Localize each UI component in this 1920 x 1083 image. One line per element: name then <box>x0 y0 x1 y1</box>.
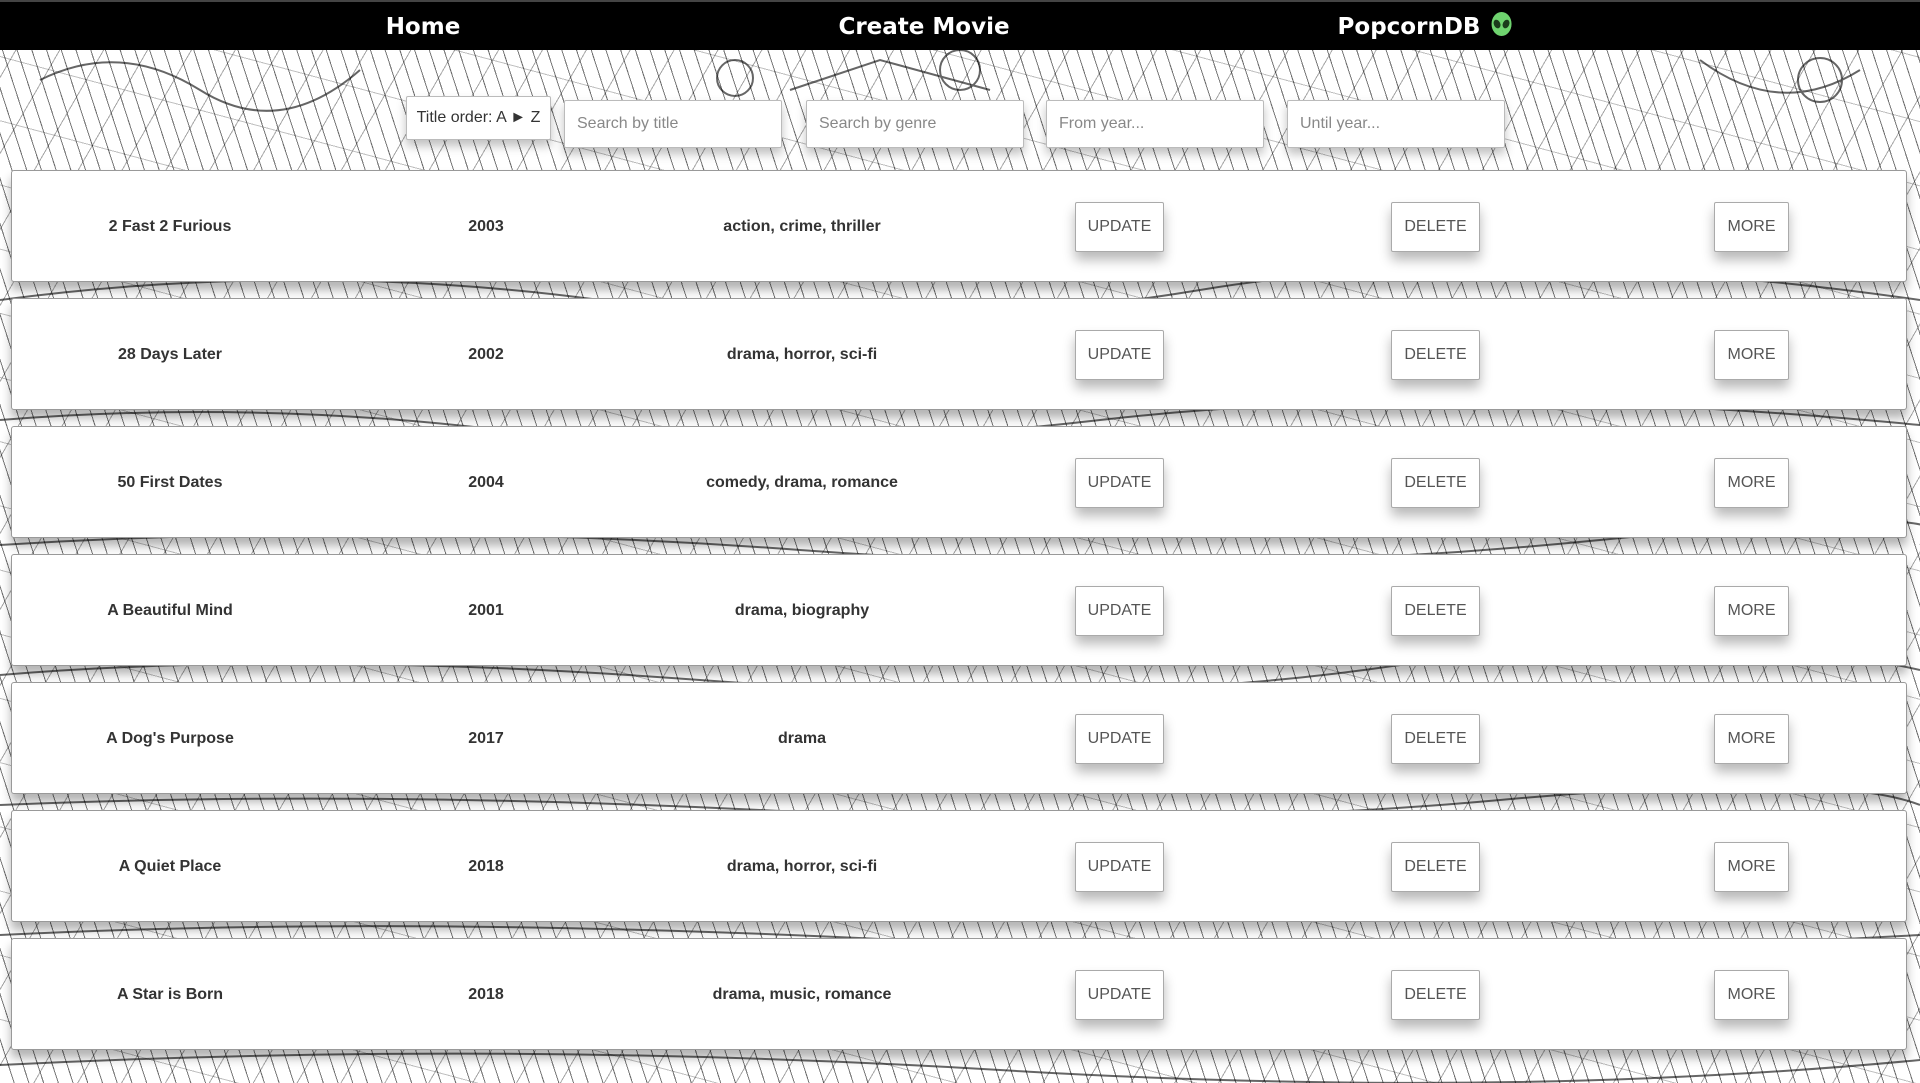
until-year-input[interactable] <box>1287 100 1505 148</box>
update-button[interactable]: UPDATE <box>1075 586 1164 636</box>
brand-name: PopcornDB <box>1337 14 1481 40</box>
delete-button[interactable]: DELETE <box>1391 458 1480 508</box>
filter-bar: Title order: A ► Z <box>0 94 1920 150</box>
movie-year: 2003 <box>468 218 504 235</box>
more-button[interactable]: MORE <box>1714 714 1789 764</box>
nav-create-movie-link[interactable]: Create Movie <box>838 2 1009 52</box>
more-button[interactable]: MORE <box>1714 970 1789 1020</box>
movie-year: 2018 <box>468 858 504 875</box>
nav-brand-link[interactable]: PopcornDB <box>1338 2 1513 52</box>
movie-row: A Beautiful Mind 2001 drama, biography U… <box>11 554 1907 666</box>
update-button[interactable]: UPDATE <box>1075 842 1164 892</box>
update-button[interactable]: UPDATE <box>1075 202 1164 252</box>
movie-genres: drama <box>777 730 827 747</box>
movie-title: 28 Days Later <box>117 346 223 363</box>
alien-icon <box>1490 6 1512 36</box>
movie-year: 2002 <box>468 346 504 363</box>
nav-home-link[interactable]: Home <box>386 2 461 52</box>
update-button[interactable]: UPDATE <box>1075 714 1164 764</box>
movie-year: 2001 <box>468 602 504 619</box>
movie-title: A Quiet Place <box>118 858 222 875</box>
more-button[interactable]: MORE <box>1714 586 1789 636</box>
movie-row: 2 Fast 2 Furious 2003 action, crime, thr… <box>11 170 1907 282</box>
movie-year: 2018 <box>468 986 504 1003</box>
delete-button[interactable]: DELETE <box>1391 330 1480 380</box>
movie-title: A Dog's Purpose <box>106 730 234 747</box>
update-button[interactable]: UPDATE <box>1075 458 1164 508</box>
more-button[interactable]: MORE <box>1714 330 1789 380</box>
delete-button[interactable]: DELETE <box>1391 202 1480 252</box>
title-order-button[interactable]: Title order: A ► Z <box>406 96 551 140</box>
movie-genres: comedy, drama, romance <box>706 474 898 491</box>
movie-genres: drama, horror, sci-fi <box>726 346 878 363</box>
movie-genres: drama, horror, sci-fi <box>726 858 878 875</box>
update-button[interactable]: UPDATE <box>1075 970 1164 1020</box>
movie-row: 28 Days Later 2002 drama, horror, sci-fi… <box>11 298 1907 410</box>
search-title-input[interactable] <box>564 100 782 148</box>
movie-row: A Quiet Place 2018 drama, horror, sci-fi… <box>11 810 1907 922</box>
search-genre-input[interactable] <box>806 100 1024 148</box>
more-button[interactable]: MORE <box>1714 458 1789 508</box>
top-navbar: Home Create Movie PopcornDB <box>0 0 1920 50</box>
movie-row: A Star is Born 2018 drama, music, romanc… <box>11 938 1907 1050</box>
movie-year: 2017 <box>468 730 504 747</box>
delete-button[interactable]: DELETE <box>1391 970 1480 1020</box>
more-button[interactable]: MORE <box>1714 842 1789 892</box>
movie-title: A Star is Born <box>116 986 224 1003</box>
delete-button[interactable]: DELETE <box>1391 586 1480 636</box>
movie-genres: drama, music, romance <box>712 986 892 1003</box>
update-button[interactable]: UPDATE <box>1075 330 1164 380</box>
delete-button[interactable]: DELETE <box>1391 842 1480 892</box>
movie-title: A Beautiful Mind <box>107 602 233 619</box>
movie-title: 50 First Dates <box>117 474 223 491</box>
movie-row: A Dog's Purpose 2017 drama UPDATE DELETE… <box>11 682 1907 794</box>
delete-button[interactable]: DELETE <box>1391 714 1480 764</box>
movie-genres: action, crime, thriller <box>723 218 881 235</box>
movie-row: 50 First Dates 2004 comedy, drama, roman… <box>11 426 1907 538</box>
movie-year: 2004 <box>468 474 504 491</box>
movie-genres: drama, biography <box>734 602 870 619</box>
from-year-input[interactable] <box>1046 100 1264 148</box>
more-button[interactable]: MORE <box>1714 202 1789 252</box>
movie-title: 2 Fast 2 Furious <box>108 218 232 235</box>
